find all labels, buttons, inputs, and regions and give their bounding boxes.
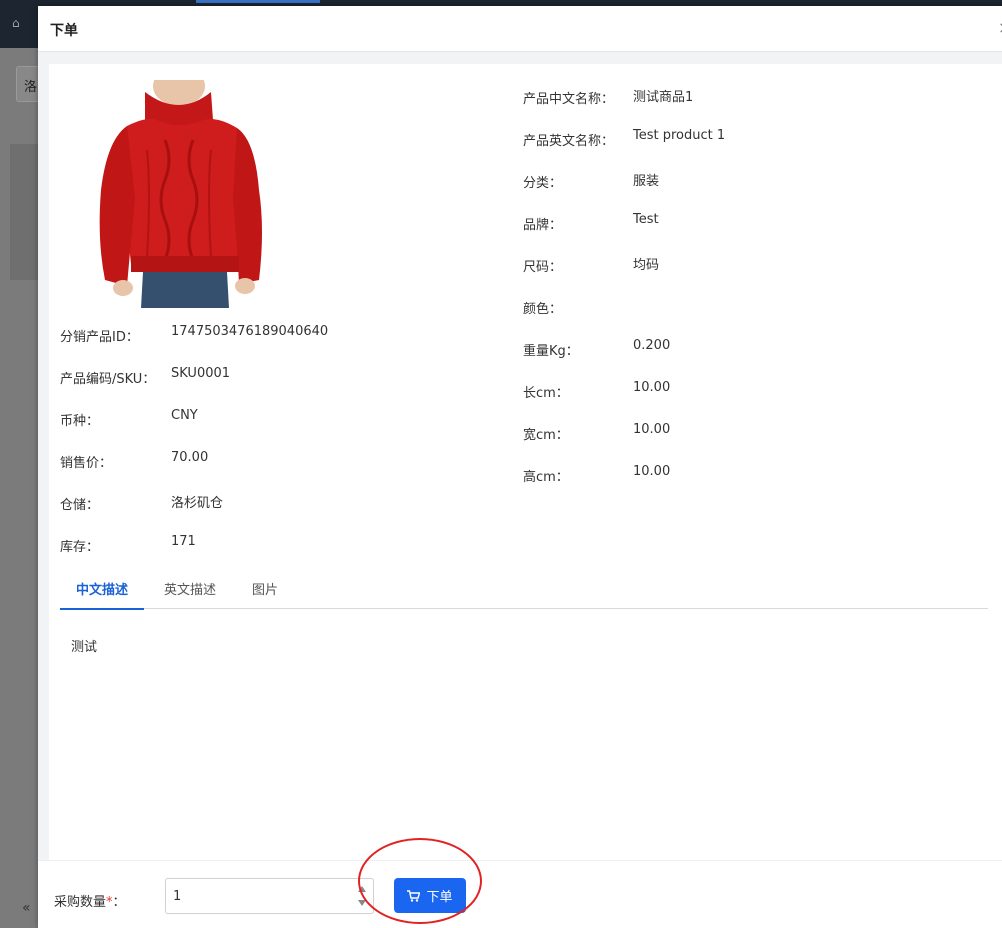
detail-value: SKU0001 [171,366,231,381]
quantity-label-text: 采购数量 [54,895,107,910]
detail-value: 171 [171,534,196,549]
detail-value: 10.00 [633,422,671,437]
tab-images[interactable]: 图片 [252,577,278,609]
detail-value: CNY [171,408,198,423]
active-tab-indicator [196,0,320,3]
detail-label: 币种： [60,414,100,429]
detail-label: 重量Kg： [523,344,579,359]
detail-value: 10.00 [633,464,671,479]
detail-value: 10.00 [633,380,671,395]
detail-value: 1747503476189040640 [171,324,329,339]
detail-label: 产品中文名称： [523,92,615,107]
detail-label: 颜色： [523,302,563,317]
detail-label: 分类： [523,176,563,191]
detail-value: Test [633,212,659,227]
detail-label: 长cm： [523,386,569,401]
quantity-label: 采购数量*： [54,891,126,910]
product-detail-panel: 分销产品ID： 1747503476189040640 产品编码/SKU： SK… [49,64,1002,860]
detail-label: 销售价： [60,456,113,471]
modal-title: 下单 [50,23,78,39]
product-image [87,80,267,308]
detail-value: 70.00 [171,450,209,465]
detail-label: 高cm： [523,470,569,485]
background-panel [10,144,40,280]
modal-header: 下单 × [38,6,1002,52]
detail-value: 0.200 [633,338,671,353]
modal-body: 分销产品ID： 1747503476189040640 产品编码/SKU： SK… [38,52,1002,860]
detail-label: 品牌： [523,218,563,233]
quantity-label-colon: ： [112,895,126,910]
detail-label: 仓储： [60,498,100,513]
close-icon[interactable]: × [998,18,1002,37]
double-chevron-left-icon[interactable]: « [22,900,31,916]
tab-cn-description[interactable]: 中文描述 [59,577,145,610]
detail-label: 产品英文名称： [523,134,615,149]
detail-value: 服装 [633,174,660,189]
quantity-stepper[interactable] [165,878,374,914]
detail-label: 分销产品ID： [60,330,139,345]
quantity-input[interactable] [166,879,352,913]
detail-value: Test product 1 [633,128,726,143]
detail-value: 洛杉矶仓 [171,496,224,511]
order-modal: 下单 × [38,6,1002,928]
annotation-circle [358,838,482,924]
detail-label: 宽cm： [523,428,569,443]
detail-label: 产品编码/SKU： [60,372,156,387]
description-content: 测试 [71,640,98,655]
detail-value: 均码 [633,258,660,273]
description-tabs: 中文描述 英文描述 图片 [59,577,988,610]
tab-en-description[interactable]: 英文描述 [164,577,216,609]
modal-footer: 采购数量*： 下单 [38,860,1002,928]
detail-label: 尺码： [523,260,563,275]
detail-label: 库存： [60,540,100,555]
home-icon[interactable]: ⌂ [12,16,20,30]
detail-value: 测试商品1 [633,90,694,105]
